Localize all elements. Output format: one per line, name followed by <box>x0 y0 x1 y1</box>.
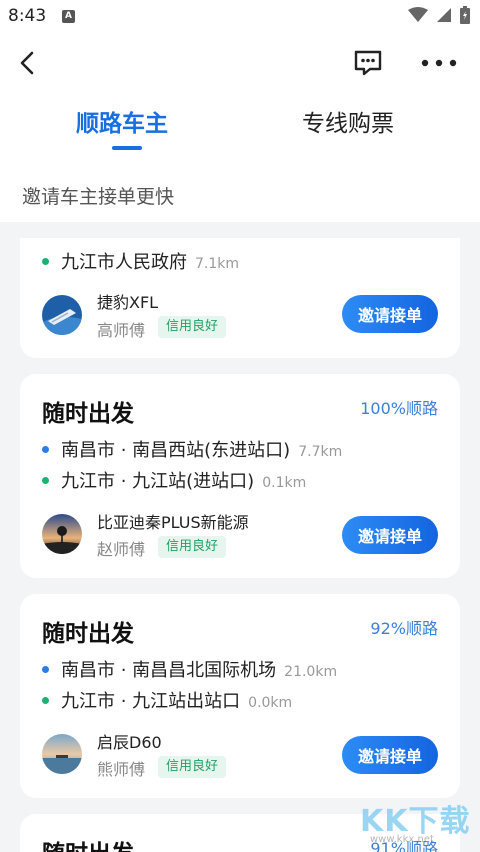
watermark-url: www.kkx.net <box>370 834 434 845</box>
status-bar: 8:43 A <box>0 0 480 32</box>
avatar <box>42 295 82 335</box>
stop-name: 九江市人民政府 <box>61 252 187 273</box>
origin-dot <box>42 446 49 453</box>
invite-button[interactable]: 邀请接单 <box>342 736 438 774</box>
system-icons <box>408 6 470 24</box>
status-time: 8:43 <box>8 6 47 26</box>
driver-name: 熊师傅 <box>97 760 146 779</box>
origin-dot <box>42 666 49 673</box>
header-area: 8:43 A 顺路车主 专线购票 邀请车主接单更快 <box>0 0 480 222</box>
destination-stop: 九江市人民政府 7.1km <box>42 248 239 274</box>
avatar <box>42 734 82 774</box>
battery-icon <box>460 6 470 24</box>
stop-name: 南昌市 · 南昌昌北国际机场 <box>61 660 277 681</box>
driver-card[interactable]: 九江市人民政府 7.1km 捷豹XFL 高师傅 信用良好 邀请接单 <box>20 238 460 358</box>
route-match-ratio: 100%顺路 <box>360 399 438 418</box>
credit-badge: 信用良好 <box>158 536 227 558</box>
destination-dot <box>42 477 49 484</box>
car-model: 启辰D60 <box>97 733 162 752</box>
departure-time: 随时出发 <box>42 621 134 647</box>
destination-stop: 九江市 · 九江站(进站口) 0.1km <box>42 467 306 493</box>
destination-stop: 九江市 · 九江站出站口 0.0km <box>42 687 292 713</box>
invite-button[interactable]: 邀请接单 <box>342 295 438 333</box>
signal-icon <box>437 8 451 22</box>
driver-card[interactable]: 随时出发 92%顺路 南昌市 · 南昌昌北国际机场 21.0km 九江市 · 九… <box>20 594 460 798</box>
stop-distance: 0.0km <box>248 695 293 711</box>
tab-bus-tickets[interactable]: 专线购票 <box>302 104 394 138</box>
invite-button[interactable]: 邀请接单 <box>342 516 438 554</box>
credit-badge: 信用良好 <box>158 316 227 338</box>
car-model: 捷豹XFL <box>97 293 159 312</box>
wifi-icon <box>408 7 428 22</box>
invite-subtitle: 邀请车主接单更快 <box>22 186 175 208</box>
watermark: KK下载 www.kkx.net <box>360 796 471 845</box>
message-icon[interactable] <box>352 48 384 78</box>
avatar <box>42 514 82 554</box>
stop-name: 九江市 · 九江站出站口 <box>61 691 241 712</box>
stop-distance: 21.0km <box>284 664 338 680</box>
driver-name: 赵师傅 <box>97 540 146 559</box>
origin-stop: 南昌市 · 南昌昌北国际机场 21.0km <box>42 656 337 682</box>
departure-time: 随时出发 <box>42 401 134 427</box>
stop-name: 南昌市 · 南昌西站(东进站口) <box>61 440 291 461</box>
credit-badge: 信用良好 <box>158 756 227 778</box>
tab-carpool-drivers[interactable]: 顺路车主 <box>76 104 168 138</box>
stop-distance: 0.1km <box>262 475 307 491</box>
destination-dot <box>42 258 49 265</box>
departure-time: 随时出发 <box>42 834 134 852</box>
car-model: 比亚迪秦PLUS新能源 <box>97 513 249 532</box>
more-icon[interactable] <box>420 50 458 76</box>
tab-indicator <box>112 146 142 150</box>
tab-bar: 顺路车主 专线购票 <box>0 104 480 154</box>
stop-distance: 7.7km <box>298 444 343 460</box>
origin-stop: 南昌市 · 南昌西站(东进站口) 7.7km <box>42 436 342 462</box>
route-match-ratio: 92%顺路 <box>370 619 438 638</box>
navigation-bar <box>0 40 480 88</box>
notification-icon: A <box>62 10 75 23</box>
destination-dot <box>42 697 49 704</box>
chevron-left-icon[interactable] <box>14 48 42 78</box>
stop-distance: 7.1km <box>195 256 240 272</box>
stop-name: 九江市 · 九江站(进站口) <box>61 471 255 492</box>
driver-name: 高师傅 <box>97 321 146 340</box>
driver-card[interactable]: 随时出发 100%顺路 南昌市 · 南昌西站(东进站口) 7.7km 九江市 ·… <box>20 374 460 578</box>
